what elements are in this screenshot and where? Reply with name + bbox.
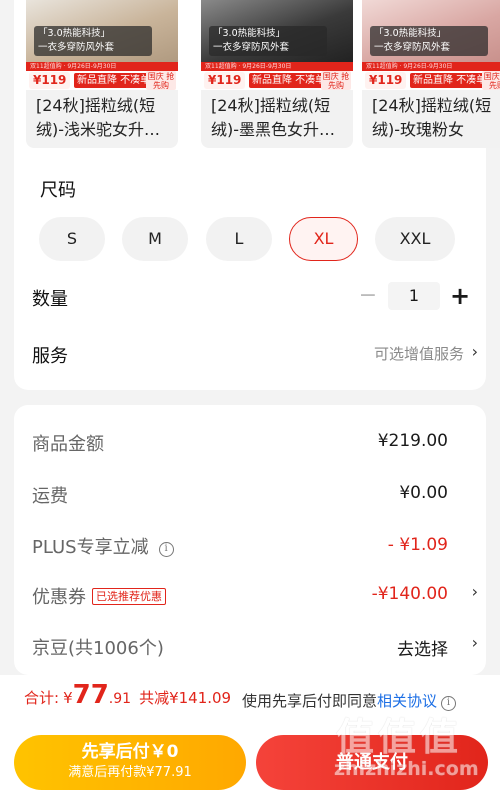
pay-later-button[interactable]: 先享后付￥0 满意后再付款¥77.91: [14, 735, 246, 790]
total-decimal: .91: [108, 691, 132, 707]
variant-tagline-line1: 「3.0热能科技」: [38, 28, 111, 39]
variant-image: 「3.0热能科技」 一衣多穿防风外套 双11超值购 · 9月26日-9月30日 …: [26, 0, 178, 90]
variant-tagline-line2: 一衣多穿防风外套: [213, 42, 290, 53]
variant-price: ¥119: [204, 72, 246, 89]
jingdou-chevron-icon[interactable]: ›: [472, 633, 478, 652]
quantity-decrement-button[interactable]: −: [356, 283, 380, 309]
variant-card[interactable]: 「3.0热能科技」 一衣多穿防风外套 双11超值购 · 9月26日-9月30日 …: [201, 0, 353, 148]
total-integer: 77: [72, 680, 109, 710]
quantity-increment-button[interactable]: +: [448, 283, 472, 309]
variant-tagline: 「3.0热能科技」 一衣多穿防风外套: [34, 26, 152, 56]
watermark-logo: 值值值: [336, 715, 463, 759]
variant-promo-bar: 双11超值购 · 9月26日-9月30日: [201, 62, 353, 71]
variant-direct-label: 新品直降 不凑单: [74, 73, 154, 88]
info-icon[interactable]: i: [158, 542, 174, 557]
variant-promo-bar: 双11超值购 · 9月26日-9月30日: [362, 62, 500, 71]
plus-discount-label: PLUS专享立减: [32, 537, 149, 558]
order-total: 合计: ¥77.91 共减¥141.09: [24, 680, 231, 720]
variant-price: ¥119: [29, 72, 71, 89]
variant-holiday-badge: 国庆 抢先购: [321, 71, 351, 90]
total-label: 合计:: [24, 689, 60, 707]
variant-tagline-line2: 一衣多穿防风外套: [374, 42, 451, 53]
variant-holiday-badge: 国庆 抢先购: [146, 71, 176, 90]
quantity-input[interactable]: 1: [388, 282, 440, 310]
jingdou-label: 京豆(共1006个): [32, 638, 164, 659]
size-option-xxl[interactable]: XXL: [375, 217, 455, 261]
size-option-xl[interactable]: XL: [289, 217, 358, 261]
variant-image: 「3.0热能科技」 一衣多穿防风外套 双11超值购 · 9月26日-9月30日 …: [201, 0, 353, 90]
plus-discount-row: PLUS专享立减 i: [32, 533, 174, 559]
coupon-label: 优惠券: [32, 587, 86, 608]
coupon-value[interactable]: -¥140.00: [372, 584, 448, 604]
pay-later-label: 先享后付￥0: [81, 742, 179, 762]
service-label: 服务: [32, 346, 68, 367]
plus-discount-value: - ¥1.09: [387, 535, 448, 555]
goods-amount-label: 商品金额: [32, 434, 104, 455]
quantity-label: 数量: [32, 289, 68, 310]
variant-direct-label: 新品直降 不凑单: [249, 73, 329, 88]
service-chevron-icon: ›: [471, 342, 478, 361]
total-saved: 共减¥141.09: [139, 689, 232, 707]
variant-price-strip: 双11超值购 · 9月26日-9月30日 ¥119 新品直降 不凑单 国庆 抢先…: [26, 62, 178, 90]
variant-tagline-line1: 「3.0热能科技」: [374, 28, 447, 39]
variant-name: [24秋]摇粒绒(短绒)-玫瑰粉女: [372, 96, 492, 139]
pay-later-sub: 满意后再付款¥77.91: [68, 765, 192, 780]
size-option-l[interactable]: L: [206, 217, 272, 261]
service-options-link[interactable]: 可选增值服务: [374, 343, 464, 364]
variant-price: ¥119: [365, 72, 407, 89]
coupon-recommended-badge: 已选推荐优惠: [92, 588, 166, 605]
variant-tagline: 「3.0热能科技」 一衣多穿防风外套: [209, 26, 327, 56]
watermark-url: zhizhizhi.com: [334, 758, 479, 780]
coupon-chevron-icon[interactable]: ›: [472, 582, 478, 601]
variant-tagline: 「3.0热能科技」 一衣多穿防风外套: [370, 26, 488, 56]
variant-image: 「3.0热能科技」 一衣多穿防风外套 双11超值购 · 9月26日-9月30日 …: [362, 0, 500, 90]
variant-name: [24秋]摇粒绒(短绒)-墨黑色女升…: [211, 96, 336, 139]
size-label: 尺码: [40, 180, 76, 201]
variant-direct-label: 新品直降 不凑单: [410, 73, 490, 88]
site-watermark: 值值值 zhizhizhi.com: [330, 706, 495, 790]
variant-carousel[interactable]: 「3.0热能科技」 一衣多穿防风外套 双11超值购 · 9月26日-9月30日 …: [26, 0, 500, 150]
jingdou-select-link[interactable]: 去选择: [397, 635, 448, 660]
variant-name: [24秋]摇粒绒(短绒)-浅米驼女升…: [36, 96, 161, 139]
shipping-label: 运费: [32, 486, 68, 507]
coupon-row[interactable]: 优惠券 已选推荐优惠: [32, 583, 166, 609]
size-option-m[interactable]: M: [122, 217, 188, 261]
variant-price-strip: 双11超值购 · 9月26日-9月30日 ¥119 新品直降 不凑单 国庆 抢先…: [201, 62, 353, 90]
variant-promo-bar: 双11超值购 · 9月26日-9月30日: [26, 62, 178, 71]
variant-holiday-badge: 国庆 抢先购: [482, 71, 500, 90]
variant-tagline-line1: 「3.0热能科技」: [213, 28, 286, 39]
variant-price-strip: 双11超值购 · 9月26日-9月30日 ¥119 新品直降 不凑单 国庆 抢先…: [362, 62, 500, 90]
variant-card[interactable]: 「3.0热能科技」 一衣多穿防风外套 双11超值购 · 9月26日-9月30日 …: [362, 0, 500, 148]
size-option-s[interactable]: S: [39, 217, 105, 261]
goods-amount-value: ¥219.00: [377, 431, 448, 451]
total-currency: ¥: [63, 689, 73, 707]
shipping-value: ¥0.00: [399, 483, 448, 503]
variant-card[interactable]: 「3.0热能科技」 一衣多穿防风外套 双11超值购 · 9月26日-9月30日 …: [26, 0, 178, 148]
variant-tagline-line2: 一衣多穿防风外套: [38, 42, 115, 53]
